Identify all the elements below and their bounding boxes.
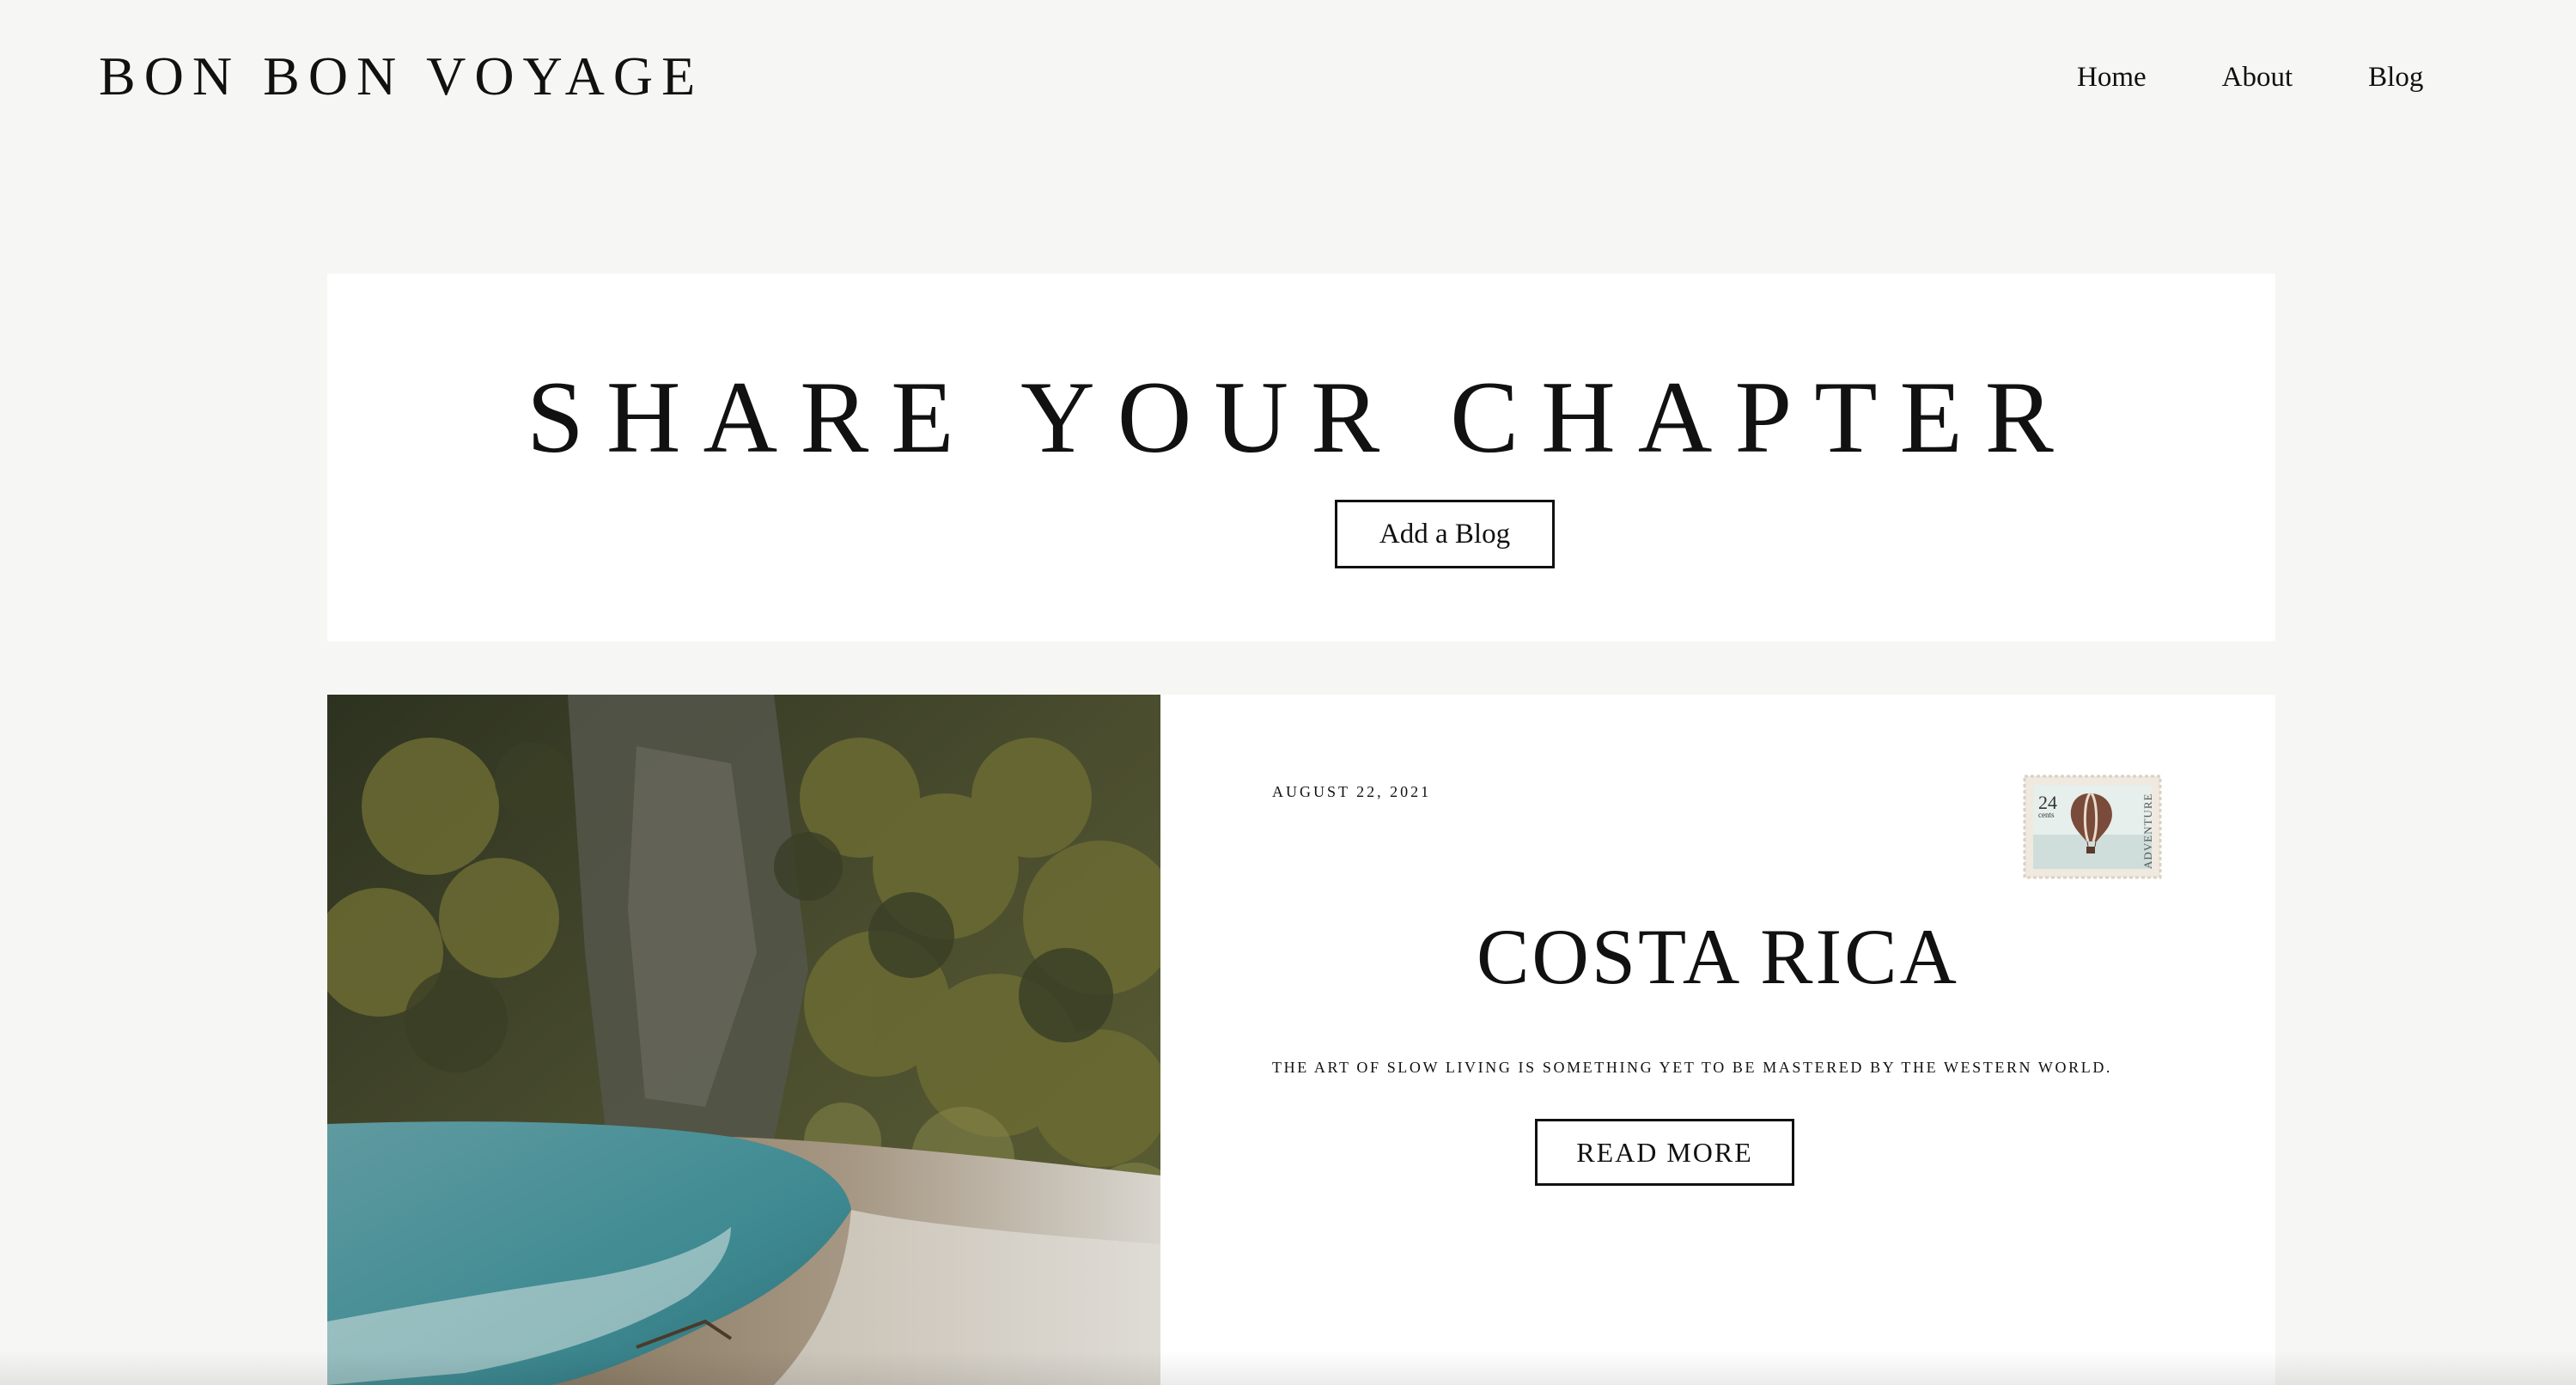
- stamp-caption: ADVENTURE: [2141, 793, 2154, 869]
- nav-blog-link[interactable]: Blog: [2368, 62, 2423, 94]
- share-panel: SHARE YOUR CHAPTER Add a Blog: [327, 274, 2275, 641]
- nav-home-link[interactable]: Home: [2077, 62, 2147, 94]
- post-date: AUGUST 22, 2021: [1272, 783, 1432, 800]
- stamp-unit: cents: [2038, 811, 2055, 819]
- post-image[interactable]: [327, 695, 1160, 1385]
- site-logo[interactable]: BON BON VOYAGE: [99, 45, 703, 108]
- share-title: SHARE YOUR CHAPTER: [527, 360, 2076, 474]
- add-blog-button[interactable]: Add a Blog: [1335, 500, 1555, 568]
- nav-about-link[interactable]: About: [2222, 62, 2293, 94]
- post-title[interactable]: COSTA RICA: [1160, 917, 2275, 996]
- main-nav: Home About Blog: [2077, 62, 2423, 94]
- post-card: AUGUST 22, 2021 24 cents ADVENTURE COSTA…: [327, 695, 2275, 1385]
- post-excerpt: THE ART OF SLOW LIVING IS SOMETHING YET …: [1272, 1059, 2113, 1076]
- read-more-button[interactable]: READ MORE: [1535, 1119, 1794, 1186]
- adventure-stamp: 24 cents ADVENTURE: [2023, 775, 2162, 879]
